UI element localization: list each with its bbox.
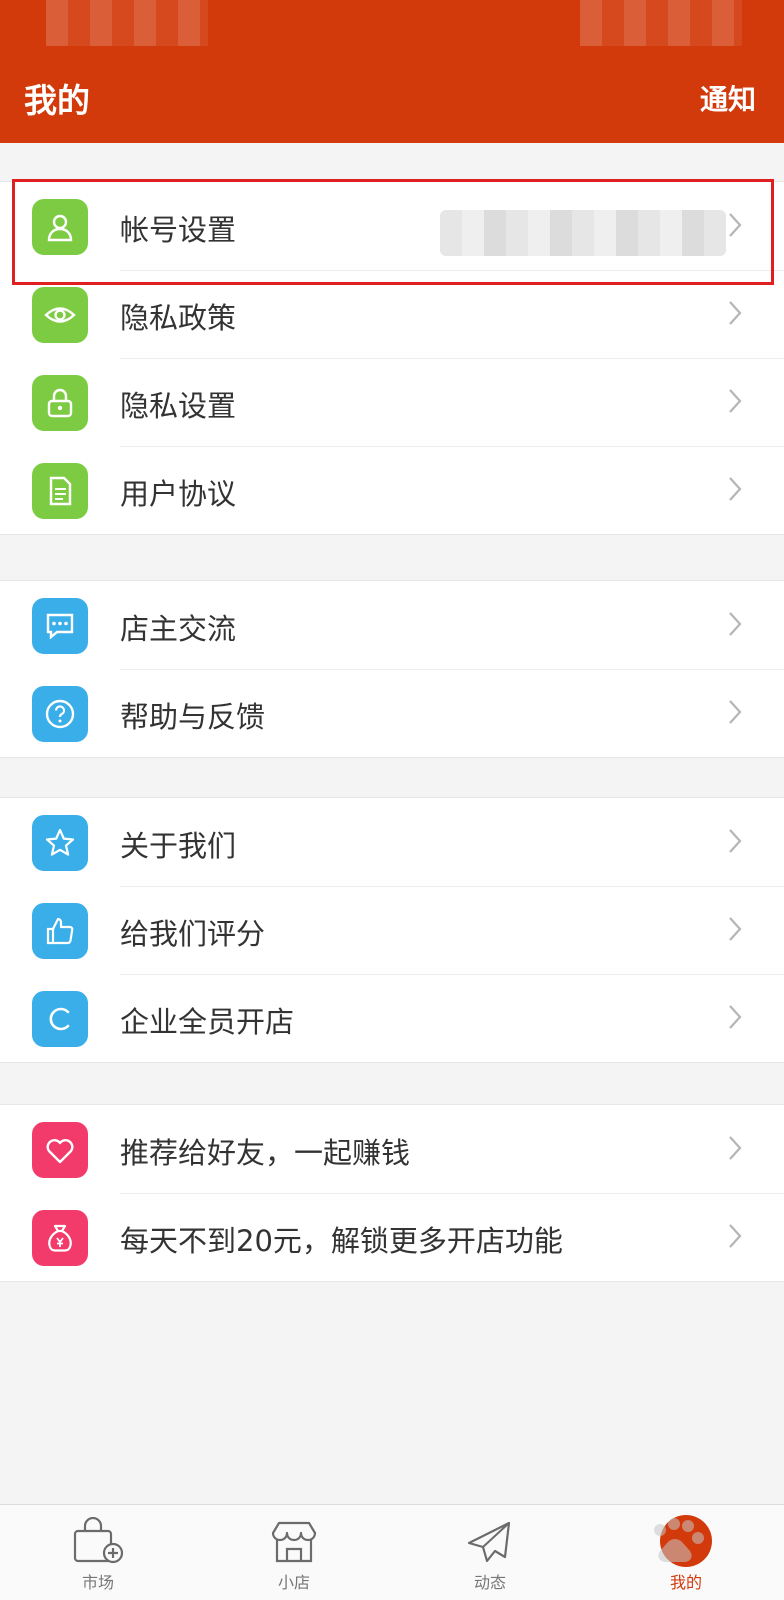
thumbs-up-icon [32,903,88,959]
menu-item-label: 用户协议 [120,477,237,511]
row-divider [120,886,784,887]
menu-item-label: 每天不到20元，解锁更多开店功能 [120,1224,563,1258]
menu-item-unlock-features[interactable]: 每天不到20元，解锁更多开店功能 [0,1193,784,1281]
chevron-right-icon [729,917,742,941]
chevron-right-icon [729,301,742,325]
menu-item-rate-us[interactable]: 给我们评分 [0,886,784,974]
document-icon [32,463,88,519]
menu-item-account-settings[interactable]: 帐号设置 [0,182,784,270]
row-divider [120,270,784,271]
settings-group-about: 关于我们 给我们评分 企业全员开店 [0,797,784,1063]
menu-item-label: 关于我们 [120,829,237,863]
status-bar-blurred-right [580,0,742,46]
chevron-right-icon [729,477,742,501]
tab-shop[interactable]: 小店 [196,1505,392,1600]
lock-icon [32,375,88,431]
menu-item-user-agreement[interactable]: 用户协议 [0,446,784,534]
menu-item-label: 帐号设置 [120,213,237,247]
tab-market[interactable]: 市场 [0,1505,196,1600]
paper-plane-icon [467,1521,511,1563]
settings-group-account: 帐号设置 隐私政策 隐私设置 用户协议 [0,181,784,535]
menu-item-label: 店主交流 [120,612,237,646]
chevron-right-icon [729,213,742,237]
menu-item-label: 帮助与反馈 [120,700,266,734]
menu-item-about-us[interactable]: 关于我们 [0,798,784,886]
chevron-right-icon [729,389,742,413]
user-icon [32,199,88,255]
c-letter-icon [32,991,88,1047]
menu-item-enterprise-shop[interactable]: 企业全员开店 [0,974,784,1062]
tab-label: 小店 [277,1573,310,1592]
chevron-right-icon [729,1136,742,1160]
top-header: 我的 通知 [0,0,784,143]
menu-item-privacy-policy[interactable]: 隐私政策 [0,270,784,358]
star-icon [32,815,88,871]
row-divider [120,446,784,447]
menu-item-label: 隐私政策 [120,301,237,335]
tab-label: 我的 [669,1573,702,1592]
settings-group-promo: 推荐给好友，一起赚钱 每天不到20元，解锁更多开店功能 [0,1104,784,1282]
page-title: 我的 [24,81,90,120]
menu-item-label: 给我们评分 [120,917,266,951]
market-bag-icon [73,1517,124,1564]
profile-icon [660,1515,712,1567]
eye-icon [32,287,88,343]
status-bar-blurred-left [46,0,208,46]
chevron-right-icon [729,1224,742,1248]
chat-icon [32,598,88,654]
shop-icon [271,1521,317,1563]
menu-item-help-feedback[interactable]: 帮助与反馈 [0,669,784,757]
chevron-right-icon [729,1005,742,1029]
menu-item-shopkeeper-chat[interactable]: 店主交流 [0,581,784,669]
menu-item-label: 企业全员开店 [120,1005,295,1039]
notify-button[interactable]: 通知 [700,78,756,118]
tab-feed[interactable]: 动态 [392,1505,588,1600]
menu-item-privacy-settings[interactable]: 隐私设置 [0,358,784,446]
tab-label: 动态 [473,1573,506,1592]
menu-item-label: 隐私设置 [120,389,237,423]
bottom-tab-bar: 市场 小店 动态 我的 [0,1504,784,1600]
menu-item-label: 推荐给好友，一起赚钱 [120,1136,411,1170]
chevron-right-icon [729,612,742,636]
heart-icon [32,1122,88,1178]
chevron-right-icon [729,700,742,724]
money-bag-icon [32,1210,88,1266]
row-divider [120,1193,784,1194]
settings-group-support: 店主交流 帮助与反馈 [0,580,784,758]
row-divider [120,974,784,975]
tab-label: 市场 [81,1573,114,1592]
tab-mine[interactable]: 我的 [588,1505,784,1600]
account-value-blurred [440,210,726,256]
row-divider [120,358,784,359]
menu-item-refer-friends[interactable]: 推荐给好友，一起赚钱 [0,1105,784,1193]
help-icon [32,686,88,742]
row-divider [120,669,784,670]
chevron-right-icon [729,829,742,853]
